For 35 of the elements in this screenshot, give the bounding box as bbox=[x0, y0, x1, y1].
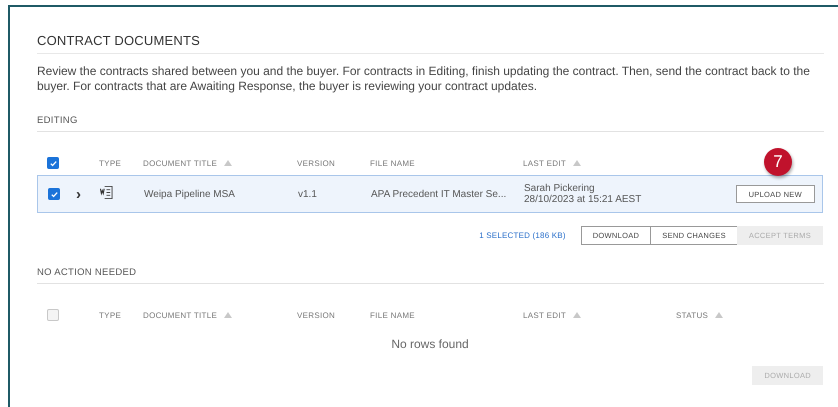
column-header[interactable]: LAST EDIT bbox=[523, 158, 582, 168]
edit-date: 28/10/2023 at 15:21 AEST bbox=[524, 194, 642, 205]
row-checkbox[interactable] bbox=[48, 188, 60, 200]
column-header[interactable]: LAST EDIT bbox=[523, 310, 582, 320]
column-header[interactable]: DOCUMENT TITLE bbox=[143, 158, 232, 168]
selection-count: 1 SELECTED (186 KB) bbox=[479, 231, 566, 240]
column-header[interactable]: FILE NAME bbox=[370, 310, 415, 320]
section-heading: EDITING bbox=[37, 115, 824, 132]
column-header[interactable]: FILE NAME bbox=[370, 158, 415, 168]
select-all-checkbox[interactable] bbox=[47, 157, 59, 169]
expand-toggle[interactable]: › bbox=[76, 186, 81, 202]
editor-name: Sarah Pickering bbox=[524, 183, 596, 194]
word-document-icon bbox=[100, 185, 113, 200]
section-title: CONTRACT DOCUMENTS bbox=[37, 33, 824, 54]
description-text: Review the contracts shared between you and the buyer. For contracts in Editing, finish updating the contract. Then, send the contract back to the buyer. For contracts that are Awaiting Response, the buyer is reviewing your contract updates. bbox=[37, 64, 811, 93]
column-header[interactable]: STATUS bbox=[676, 310, 724, 320]
table-cell: v1.1 bbox=[298, 188, 317, 200]
column-header[interactable]: VERSION bbox=[297, 158, 336, 168]
sort-arrow-icon[interactable] bbox=[224, 312, 232, 318]
checkmark-icon bbox=[48, 158, 58, 168]
sort-arrow-icon[interactable] bbox=[715, 312, 724, 318]
sort-arrow-icon[interactable] bbox=[573, 160, 582, 166]
sort-arrow-icon[interactable] bbox=[224, 160, 232, 166]
sort-arrow-icon[interactable] bbox=[573, 312, 582, 318]
step-badge: 7 bbox=[764, 148, 792, 176]
column-header[interactable]: TYPE bbox=[99, 310, 122, 320]
column-header[interactable]: TYPE bbox=[99, 158, 122, 168]
select-all-checkbox[interactable] bbox=[47, 309, 59, 321]
table-cell: Weipa Pipeline MSA bbox=[144, 188, 235, 200]
section-heading: NO ACTION NEEDED bbox=[37, 267, 824, 284]
column-header[interactable]: VERSION bbox=[297, 310, 336, 320]
column-header[interactable]: DOCUMENT TITLE bbox=[143, 310, 232, 320]
table-cell: APA Precedent IT Master Se... bbox=[371, 188, 506, 200]
empty-message: No rows found bbox=[391, 337, 469, 351]
checkmark-icon bbox=[50, 190, 58, 198]
